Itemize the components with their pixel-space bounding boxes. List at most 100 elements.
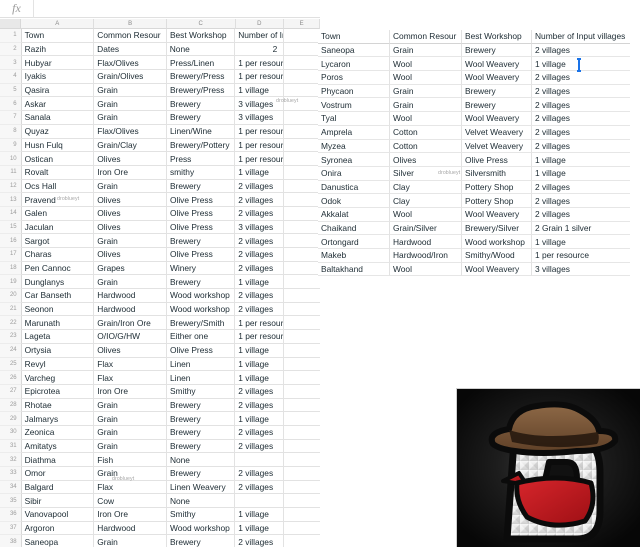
- table-cell[interactable]: 2 villages: [235, 234, 285, 248]
- table-cell[interactable]: Vostrum: [318, 98, 390, 113]
- table-cell[interactable]: [284, 467, 320, 481]
- table-cell[interactable]: [284, 56, 320, 71]
- row-header[interactable]: 31: [0, 439, 22, 454]
- column-header-c[interactable]: C: [167, 19, 236, 29]
- table-cell[interactable]: 2 villages: [532, 112, 630, 126]
- table-cell[interactable]: Town: [21, 29, 95, 43]
- table-cell[interactable]: [284, 508, 320, 522]
- table-cell[interactable]: None: [166, 453, 236, 467]
- table-cell[interactable]: Marunath: [21, 316, 95, 331]
- table-cell[interactable]: Wool: [390, 207, 462, 222]
- table-cell[interactable]: 2 villages: [532, 207, 630, 222]
- table-cell[interactable]: Fish: [94, 453, 167, 467]
- table-cell[interactable]: [284, 70, 320, 84]
- table-cell[interactable]: Wood workshop: [166, 521, 236, 536]
- row-header[interactable]: 27: [0, 384, 22, 399]
- table-cell[interactable]: Wool Weavery: [462, 71, 532, 85]
- table-cell[interactable]: Iron Ore: [94, 508, 167, 522]
- table-cell[interactable]: [235, 494, 285, 509]
- table-cell[interactable]: Sibir: [21, 494, 95, 509]
- table-cell[interactable]: Either one: [166, 330, 236, 344]
- table-row[interactable]: 29 Jalmarys Grain Brewery 1 village: [0, 412, 320, 426]
- table-row[interactable]: 21 Seonon Hardwood Wood workshop 2 villages: [0, 302, 320, 317]
- row-header[interactable]: 1: [0, 29, 22, 43]
- table-row[interactable]: Danustica Clay Pottery Shop 2 villages: [318, 180, 640, 195]
- table-cell[interactable]: Iron Ore: [94, 384, 167, 399]
- table-cell[interactable]: [284, 165, 320, 180]
- row-header[interactable]: 12: [0, 179, 22, 194]
- formula-input[interactable]: [34, 0, 320, 18]
- table-cell[interactable]: 2 Grain 1 silver: [532, 221, 630, 236]
- table-cell[interactable]: 3 villages: [235, 97, 285, 112]
- row-header[interactable]: 37: [0, 521, 22, 536]
- table-cell[interactable]: [284, 289, 320, 303]
- table-cell[interactable]: 2 villages: [532, 43, 630, 58]
- table-cell[interactable]: Linen: [166, 371, 236, 385]
- table-cell[interactable]: Smithy: [166, 508, 236, 522]
- row-header[interactable]: 23: [0, 330, 22, 344]
- table-cell[interactable]: Grain: [94, 425, 167, 440]
- table-row[interactable]: 14 Galen Olives Olive Press 2 villages: [0, 206, 320, 221]
- table-cell[interactable]: Grain/Silver: [390, 221, 462, 236]
- table-cell[interactable]: Saneopa: [21, 535, 95, 547]
- table-cell[interactable]: [284, 425, 320, 440]
- table-row[interactable]: 12 Ocs Hall Grain Brewery 2 villages: [0, 179, 320, 194]
- table-cell[interactable]: Grain/Iron Ore: [94, 316, 167, 331]
- row-header[interactable]: 29: [0, 412, 22, 426]
- table-cell[interactable]: Cow: [94, 494, 167, 509]
- row-header[interactable]: 18: [0, 261, 22, 276]
- table-cell[interactable]: [284, 97, 320, 112]
- table-cell[interactable]: Ortongard: [318, 235, 390, 249]
- table-row[interactable]: 10OsticanOlivesPress1 per resource: [0, 152, 320, 166]
- table-cell[interactable]: 1 village: [532, 153, 630, 167]
- row-header[interactable]: 9: [0, 138, 22, 153]
- table-row[interactable]: Vostrum Grain Brewery 2 villages: [318, 98, 640, 113]
- table-cell[interactable]: 2 villages: [532, 98, 630, 113]
- table-row[interactable]: 15 Jaculan Olives Olive Press 3 villages: [0, 220, 320, 235]
- table-row[interactable]: 6 Askar Grain Brewery 3 villages: [0, 97, 320, 112]
- table-cell[interactable]: Grain: [94, 398, 167, 413]
- table-cell[interactable]: Syronea: [318, 153, 390, 167]
- table-cell[interactable]: Brewery/Press: [166, 70, 236, 84]
- table-cell[interactable]: Pravend: [21, 193, 95, 207]
- table-row[interactable]: Baltakhand Wool Wool Weavery 3 villages: [318, 262, 640, 277]
- table-cell[interactable]: 2 villages: [235, 439, 285, 454]
- row-header[interactable]: 10: [0, 152, 22, 166]
- table-cell[interactable]: Press/Linen: [166, 56, 236, 71]
- table-cell[interactable]: 2 villages: [235, 248, 285, 262]
- table-row[interactable]: 33 Omor Grain Brewery 2 villages: [0, 467, 320, 481]
- table-row[interactable]: 3 Hubyar Flax/Olives Press/Linen 1 per resou…: [0, 56, 320, 71]
- table-cell[interactable]: 1 village: [235, 371, 285, 385]
- table-cell[interactable]: Chaikand: [318, 221, 390, 236]
- table-cell[interactable]: Lageta: [21, 330, 95, 344]
- table-row[interactable]: 20 Car Banseth Hardwood Wood workshop 2 vill…: [0, 289, 320, 303]
- table-cell[interactable]: Town: [318, 30, 390, 44]
- table-cell[interactable]: [284, 138, 320, 153]
- row-header[interactable]: 19: [0, 275, 22, 290]
- row-header[interactable]: 3: [0, 56, 22, 71]
- table-cell[interactable]: Best Workshop: [166, 29, 236, 43]
- table-row[interactable]: 2 Razih Dates None 2: [0, 42, 320, 57]
- table-cell[interactable]: Wool Weavery: [462, 262, 532, 277]
- table-cell[interactable]: Iyakis: [21, 70, 95, 84]
- table-cell[interactable]: Car Banseth: [21, 289, 95, 303]
- table-row[interactable]: 1 Town Common Resour Best Workshop Number of…: [0, 29, 320, 43]
- row-header[interactable]: 25: [0, 357, 22, 372]
- table-cell[interactable]: Brewery: [166, 425, 236, 440]
- table-cell[interactable]: Jalmarys: [21, 412, 95, 426]
- table-cell[interactable]: [284, 206, 320, 221]
- table-row[interactable]: 23LagetaO/IO/G/HWEither one1 per resourc…: [0, 330, 320, 344]
- table-cell[interactable]: Poros: [318, 71, 390, 85]
- table-cell[interactable]: [284, 521, 320, 536]
- table-cell[interactable]: [284, 480, 320, 495]
- table-cell[interactable]: Cotton: [390, 139, 462, 154]
- table-cell[interactable]: Cotton: [390, 125, 462, 140]
- table-cell[interactable]: Brewery: [166, 467, 236, 481]
- table-cell[interactable]: Odok: [318, 194, 390, 208]
- table-cell[interactable]: Clay: [390, 194, 462, 208]
- table-cell[interactable]: Grain: [94, 97, 167, 112]
- table-cell[interactable]: [284, 83, 320, 98]
- table-cell[interactable]: Grain: [390, 98, 462, 113]
- table-cell[interactable]: 2 villages: [235, 206, 285, 221]
- table-row[interactable]: 18 Pen Cannoc Grapes Winery 2 villages: [0, 261, 320, 276]
